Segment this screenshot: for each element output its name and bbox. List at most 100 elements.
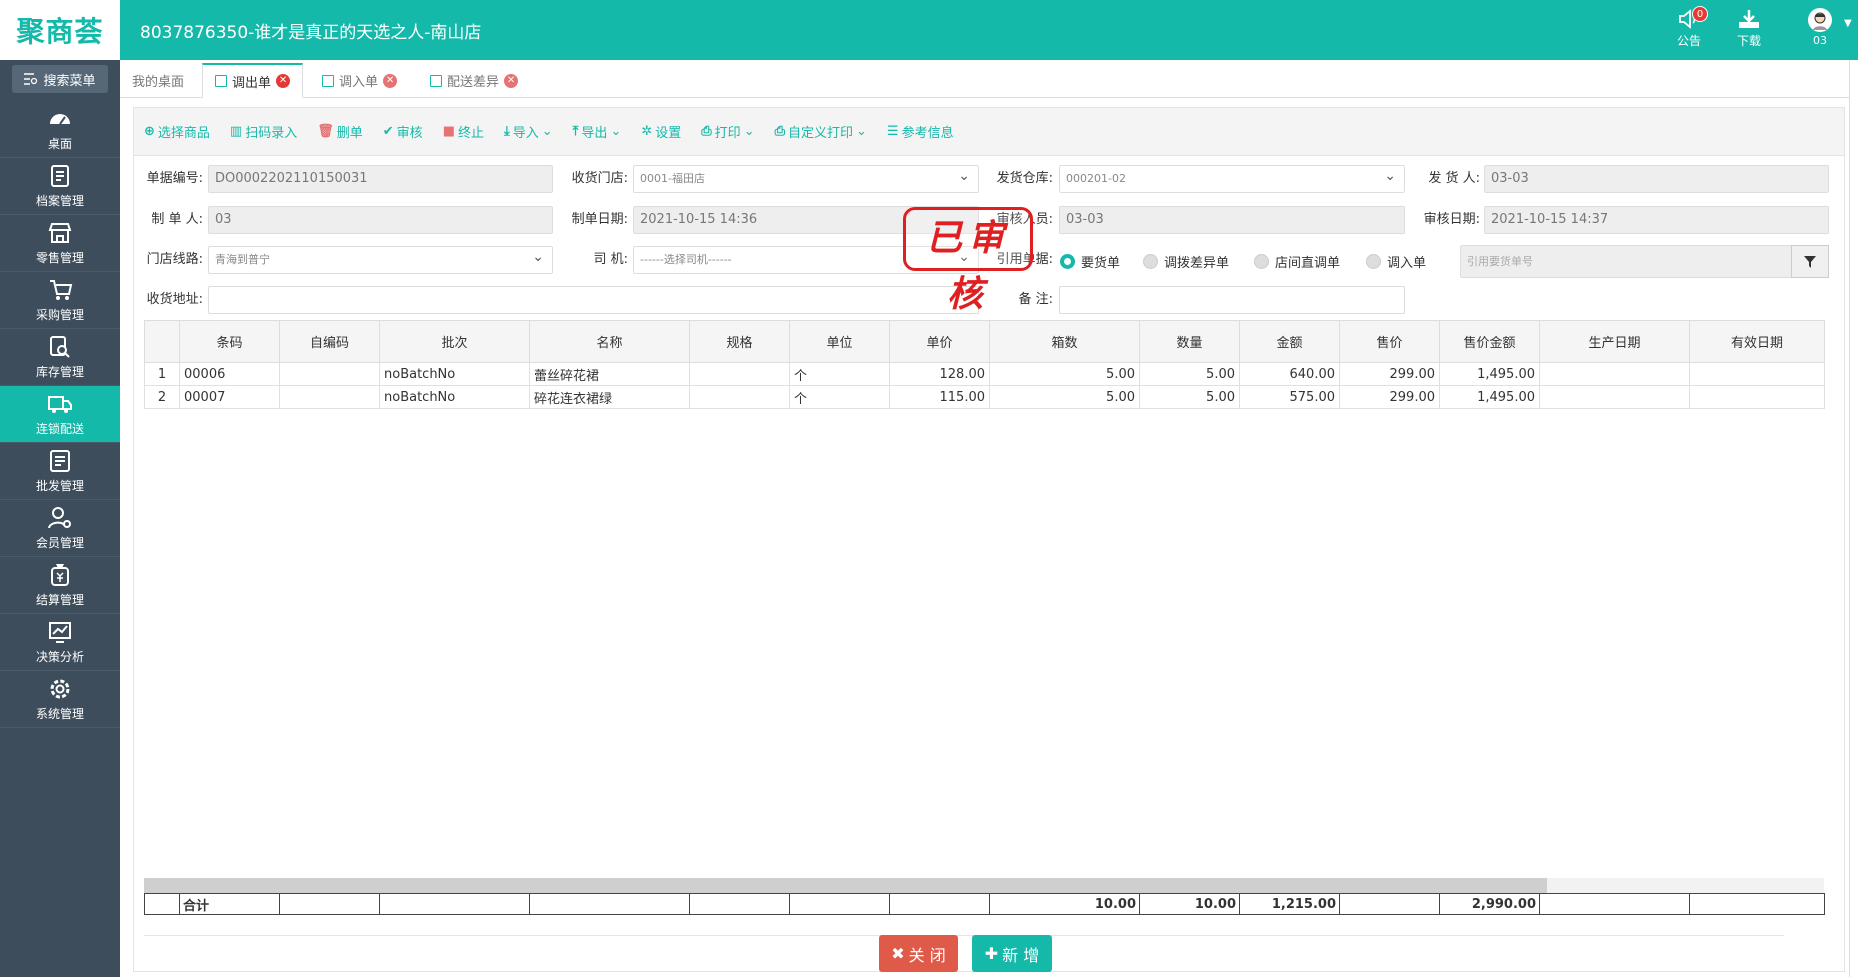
tab-transfer-in[interactable]: 调入单 ✕	[310, 63, 409, 98]
unit-cell[interactable]: 个	[789, 362, 890, 386]
sidebar-item-system[interactable]: 系统管理	[0, 671, 120, 728]
totals-cell	[529, 893, 690, 915]
tab-my-desktop[interactable]: 我的桌面	[120, 63, 196, 98]
boxes-cell[interactable]: 5.00	[989, 385, 1140, 409]
sidebar-item-analysis[interactable]: 决策分析	[0, 614, 120, 671]
ref-no-input[interactable]: 引用要货单号	[1460, 245, 1792, 278]
column-header[interactable]: 条码	[179, 320, 280, 363]
terminate-button[interactable]: ■ 终止	[443, 122, 484, 141]
sidebar-item-inventory[interactable]: 库存管理	[0, 329, 120, 386]
quantity-cell[interactable]: 5.00	[1139, 362, 1240, 386]
print-button[interactable]: ⎙ 打印 ⌄	[701, 122, 754, 141]
column-header[interactable]: 售价金额	[1439, 320, 1540, 363]
delete-button[interactable]: 🗑 删单	[317, 122, 363, 141]
sidebar-item-label: 桌面	[47, 137, 72, 151]
table-row[interactable]: 1 00006 noBatchNo 蕾丝碎花裙 个 128.00 5.00 5.…	[144, 362, 1825, 386]
barcode-cell[interactable]: 00006	[179, 362, 280, 386]
production-date-cell[interactable]	[1539, 362, 1690, 386]
sidebar-item-settlement[interactable]: 结算管理	[0, 557, 120, 614]
sidebar-item-purchase[interactable]: 采购管理	[0, 272, 120, 329]
receive-store-select[interactable]: 0001-福田店	[633, 165, 979, 193]
sidebar-item-chain-distribution[interactable]: 连锁配送	[0, 386, 120, 443]
sidebar-item-retail[interactable]: 零售管理	[0, 215, 120, 272]
column-header[interactable]: 箱数	[989, 320, 1140, 363]
custom-print-button[interactable]: ⎙ 自定义打印 ⌄	[775, 122, 867, 141]
column-header[interactable]: 名称	[529, 320, 690, 363]
spec-cell[interactable]	[689, 385, 790, 409]
code-cell[interactable]	[279, 362, 380, 386]
close-icon[interactable]: ✕	[383, 73, 398, 88]
settings-button[interactable]: ✲ 设置	[641, 122, 681, 141]
sidebar-item-desktop[interactable]: 桌面	[0, 101, 120, 158]
column-header[interactable]: 生产日期	[1539, 320, 1690, 363]
menu-search-button[interactable]: 搜索菜单	[12, 65, 108, 93]
column-header[interactable]: 批次	[379, 320, 530, 363]
production-date-cell[interactable]	[1539, 385, 1690, 409]
select-goods-button[interactable]: ⊕ 选择商品	[144, 122, 210, 141]
toolbar: ⊕ 选择商品 ▥ 扫码录入 🗑 删单 ✔ 审核 ■ 终止 ⤓ 导入 ⌄ ⤒ 导出 ⌄ ✲ 设置 ⎙ 打…	[134, 108, 1844, 156]
new-button[interactable]: ✚ 新 增	[972, 935, 1052, 972]
sale-amount-cell[interactable]: 1,495.00	[1439, 385, 1540, 409]
close-icon[interactable]: ✕	[504, 73, 519, 88]
column-header[interactable]: 金额	[1239, 320, 1340, 363]
ref-option-transfer-diff[interactable]: 调拨差异单	[1143, 252, 1229, 271]
horizontal-scrollbar[interactable]	[144, 878, 1824, 893]
table-row[interactable]: 2 00007 noBatchNo 碎花连衣裙绿 个 115.00 5.00 5…	[144, 385, 1825, 409]
reference-info-button[interactable]: ☰ 参考信息	[887, 122, 954, 141]
price-cell[interactable]: 128.00	[889, 362, 990, 386]
unit-cell[interactable]: 个	[789, 385, 890, 409]
import-button[interactable]: ⤓ 导入 ⌄	[504, 122, 553, 141]
route-select[interactable]: 青海到普宁	[208, 246, 553, 274]
export-button[interactable]: ⤒ 导出 ⌄	[573, 122, 622, 141]
caret-down-icon[interactable]: ▼	[1844, 18, 1852, 29]
sidebar-item-archive[interactable]: 档案管理	[0, 158, 120, 215]
sale-price-cell[interactable]: 299.00	[1339, 385, 1440, 409]
amount-cell[interactable]: 640.00	[1239, 362, 1340, 386]
sidebar-item-wholesale[interactable]: 批发管理	[0, 443, 120, 500]
tab-distribution-diff[interactable]: 配送差异 ✕	[418, 63, 530, 98]
expiry-date-cell[interactable]	[1689, 362, 1825, 386]
spec-cell[interactable]	[689, 362, 790, 386]
remark-input[interactable]	[1059, 286, 1405, 314]
approve-button[interactable]: ✔ 审核	[383, 122, 423, 141]
ref-option-transfer-in[interactable]: 调入单	[1366, 252, 1426, 271]
ship-warehouse-select[interactable]: 000201-02	[1059, 165, 1405, 193]
scrollbar-thumb[interactable]	[144, 878, 1547, 893]
column-header[interactable]: 单位	[789, 320, 890, 363]
quantity-cell[interactable]: 5.00	[1139, 385, 1240, 409]
sale-price-cell[interactable]: 299.00	[1339, 362, 1440, 386]
filter-button[interactable]	[1791, 245, 1829, 278]
column-header[interactable]: 有效日期	[1689, 320, 1825, 363]
amount-cell[interactable]: 575.00	[1239, 385, 1340, 409]
sidebar-item-member[interactable]: 会员管理	[0, 500, 120, 557]
batch-cell[interactable]: noBatchNo	[379, 385, 530, 409]
barcode-cell[interactable]: 00007	[179, 385, 280, 409]
user-menu[interactable]: 03	[1798, 8, 1842, 47]
code-cell[interactable]	[279, 385, 380, 409]
column-header[interactable]: 售价	[1339, 320, 1440, 363]
close-button[interactable]: ✖ 关 闭	[879, 935, 958, 972]
name-cell[interactable]: 蕾丝碎花裙	[529, 362, 690, 386]
batch-cell[interactable]: noBatchNo	[379, 362, 530, 386]
boxes-cell[interactable]: 5.00	[989, 362, 1140, 386]
sale-amount-cell[interactable]: 1,495.00	[1439, 362, 1540, 386]
column-header[interactable]: 数量	[1139, 320, 1240, 363]
ref-option-direct-transfer[interactable]: 店间直调单	[1254, 252, 1340, 271]
gear-icon: ✲	[641, 124, 653, 139]
list-icon: ☰	[886, 124, 899, 139]
ref-option-order[interactable]: 要货单	[1060, 252, 1120, 271]
column-header[interactable]: 规格	[689, 320, 790, 363]
window-title: 8037876350-谁才是真正的天选之人-南山店	[140, 23, 482, 43]
close-icon[interactable]: ✕	[276, 74, 291, 88]
name-cell[interactable]: 碎花连衣裙绿	[529, 385, 690, 409]
expiry-date-cell[interactable]	[1689, 385, 1825, 409]
price-cell[interactable]: 115.00	[889, 385, 990, 409]
download-button[interactable]: 下载	[1724, 8, 1774, 49]
column-header[interactable]: 单价	[889, 320, 990, 363]
download-label: 下载	[1736, 34, 1761, 48]
column-header[interactable]: 自编码	[279, 320, 380, 363]
scan-entry-button[interactable]: ▥ 扫码录入	[230, 122, 297, 141]
notice-button[interactable]: 公告 0	[1664, 6, 1714, 49]
tab-transfer-out[interactable]: 调出单 ✕	[202, 63, 304, 98]
address-input[interactable]	[208, 286, 979, 314]
